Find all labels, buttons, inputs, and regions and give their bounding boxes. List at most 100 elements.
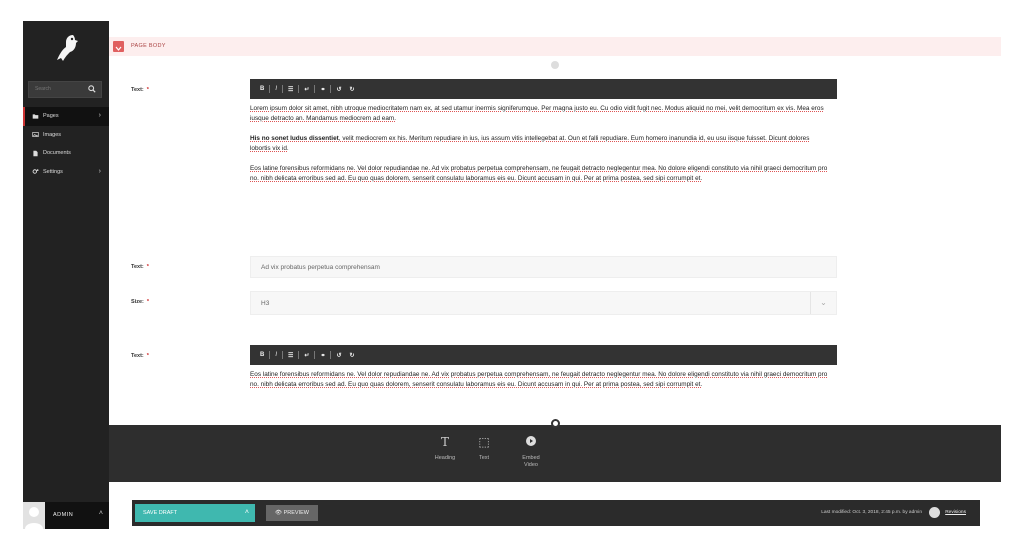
- chevron-right-icon: ›: [98, 167, 101, 175]
- rich-text-toolbar: B I ☰ ↵ ⚭ ↺ ↻: [250, 79, 837, 99]
- toolbar-divider: [282, 85, 284, 93]
- document-icon: [33, 150, 38, 157]
- app-root: Search Pages › Images Documents Settings…: [0, 0, 1024, 550]
- folder-icon: [32, 114, 39, 119]
- chevron-up-icon[interactable]: ˄: [99, 510, 103, 517]
- sidebar-nav: Pages › Images Documents Settings ›: [23, 107, 109, 181]
- heading-icon: T: [440, 435, 449, 449]
- block-type-picker: T Heading ⬚ Text Embed Video: [109, 425, 1001, 482]
- toolbar-divider: [314, 85, 316, 93]
- sidebar-item-label: Pages: [43, 113, 59, 120]
- save-draft-label: SAVE DRAFT: [143, 510, 178, 516]
- field-label: Size: *: [131, 299, 149, 305]
- required-marker: *: [146, 299, 149, 305]
- toolbar-divider: [298, 351, 300, 359]
- toolbar-divider: [282, 351, 284, 359]
- rich-text-toolbar: B I ☰ ↵ ⚭ ↺ ↻: [250, 345, 837, 365]
- wagtail-logo-icon[interactable]: [53, 33, 81, 63]
- close-icon[interactable]: [551, 419, 560, 428]
- line-break-button[interactable]: ↵: [300, 352, 313, 359]
- field-label-text: Text:: [131, 264, 144, 270]
- link-button[interactable]: ⚭: [316, 86, 329, 93]
- text-block-icon: ⬚: [478, 435, 490, 449]
- undo-button[interactable]: ↺: [332, 86, 345, 93]
- field-label-text: Size:: [131, 299, 144, 305]
- search-icon[interactable]: [88, 85, 96, 93]
- field-label: Text: *: [131, 87, 149, 93]
- section-title: PAGE BODY: [131, 43, 166, 49]
- chevron-up-icon[interactable]: ˄: [245, 509, 249, 516]
- chevron-down-icon: ⌄: [810, 292, 836, 314]
- account-menu[interactable]: ADMIN ˄: [23, 502, 109, 529]
- section-header: PAGE BODY: [109, 37, 1001, 56]
- block-option-label: Embed Video: [522, 455, 540, 468]
- sidebar-item-settings[interactable]: Settings ›: [23, 163, 109, 182]
- list-button[interactable]: ☰: [284, 352, 297, 359]
- preview-label: PREVIEW: [283, 510, 309, 516]
- chevron-right-icon: ›: [98, 112, 101, 119]
- toolbar-divider: [314, 351, 316, 359]
- search-placeholder: Search: [35, 86, 51, 92]
- sidebar-item-images[interactable]: Images: [23, 126, 109, 145]
- block-option-text[interactable]: ⬚ Text: [464, 435, 504, 461]
- sidebar-item-label: Documents: [43, 150, 71, 157]
- revisions-link[interactable]: Revisions: [945, 510, 966, 515]
- rich-text-editor[interactable]: Eos latine forensibus reformidans ne. Ve…: [250, 370, 830, 400]
- block-option-label: Text: [478, 455, 490, 461]
- bold-text: His no sonet ludus dissentiet: [250, 135, 339, 142]
- block-option-heading[interactable]: T Heading: [425, 435, 465, 461]
- bold-button[interactable]: B: [256, 86, 268, 92]
- last-modified-text: Last modified: Oct. 3, 2018, 2:45 p.m. b…: [821, 510, 922, 515]
- undo-button[interactable]: ↺: [332, 352, 345, 359]
- block-option-label: Heading: [434, 455, 456, 461]
- heading-text-input[interactable]: Ad vix probatus perpetua comprehensam: [250, 256, 837, 278]
- user-silhouette-icon: [23, 502, 45, 529]
- play-icon: [511, 435, 551, 451]
- section-toggle-button[interactable]: [113, 41, 124, 52]
- eye-icon: 👁: [275, 510, 284, 516]
- required-marker: *: [146, 264, 149, 270]
- footer-action-bar: SAVE DRAFT ˄ 👁 PREVIEW Last modified: Oc…: [132, 500, 980, 526]
- required-marker: *: [146, 353, 149, 359]
- field-label: Text: *: [131, 353, 149, 359]
- sidebar-item-label: Settings: [43, 168, 63, 175]
- save-draft-button[interactable]: SAVE DRAFT ˄: [135, 504, 255, 522]
- block-insert-icon[interactable]: [551, 61, 559, 69]
- redo-button[interactable]: ↻: [346, 86, 359, 93]
- redo-button[interactable]: ↻: [346, 352, 359, 359]
- username: ADMIN: [53, 512, 74, 518]
- bold-button[interactable]: B: [256, 352, 268, 358]
- editor-paragraph: His no sonet ludus dissentiet, velit med…: [250, 134, 830, 154]
- required-marker: *: [146, 87, 149, 93]
- chevron-down-icon: [115, 46, 122, 51]
- cogs-icon: [32, 169, 39, 174]
- toolbar-divider: [330, 351, 332, 359]
- sidebar-item-label: Images: [43, 131, 62, 138]
- avatar: [929, 507, 940, 518]
- editor-paragraph: Lorem ipsum dolor sit amet, nibh utroque…: [250, 105, 824, 122]
- list-button[interactable]: ☰: [284, 86, 297, 93]
- field-label-text: Text:: [131, 87, 144, 93]
- select-value: H3: [261, 300, 270, 307]
- sidebar-item-pages[interactable]: Pages ›: [23, 107, 109, 126]
- search-input[interactable]: Search: [28, 81, 102, 98]
- sidebar-item-documents[interactable]: Documents: [23, 144, 109, 163]
- editor-paragraph: Eos latine forensibus reformidans ne. Ve…: [250, 371, 828, 388]
- field-label-text: Text:: [131, 353, 144, 359]
- field-label: Text: *: [131, 264, 149, 270]
- line-break-button[interactable]: ↵: [300, 86, 313, 93]
- editor-paragraph: Eos latine forensibus reformidans ne. Ve…: [250, 165, 828, 182]
- heading-size-select[interactable]: H3 ⌄: [250, 291, 837, 315]
- toolbar-divider: [269, 85, 271, 93]
- preview-button[interactable]: 👁 PREVIEW: [266, 505, 318, 521]
- toolbar-divider: [269, 351, 271, 359]
- italic-button[interactable]: I: [271, 86, 281, 92]
- sidebar: Search Pages › Images Documents Settings…: [23, 21, 109, 529]
- avatar: [23, 502, 45, 529]
- block-option-embed-video[interactable]: Embed Video: [511, 435, 551, 469]
- link-button[interactable]: ⚭: [316, 352, 329, 359]
- toolbar-divider: [298, 85, 300, 93]
- italic-button[interactable]: I: [271, 352, 281, 358]
- rich-text-editor[interactable]: Lorem ipsum dolor sit amet, nibh utroque…: [250, 104, 830, 194]
- image-icon: [32, 132, 39, 138]
